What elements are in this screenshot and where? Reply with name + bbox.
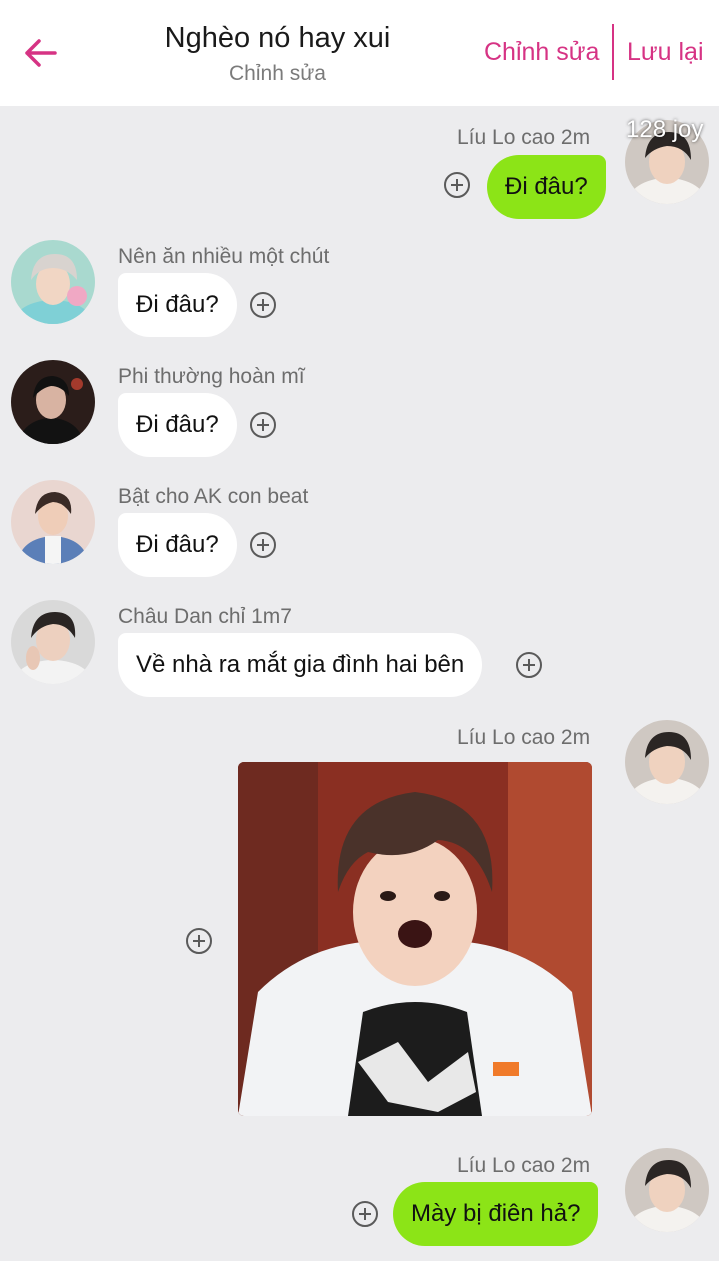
chat-subtitle: Chỉnh sửa	[229, 62, 326, 85]
shared-photo[interactable]	[238, 762, 592, 1116]
add-reaction-icon[interactable]	[186, 928, 212, 954]
edit-button[interactable]: Chỉnh sửa	[484, 38, 599, 67]
back-button[interactable]	[18, 30, 64, 76]
avatar[interactable]	[11, 600, 95, 684]
sender-name: Líu Lo cao 2m	[457, 726, 591, 749]
save-button[interactable]: Lưu lại	[627, 38, 704, 67]
sender-name: Châu Dan chỉ 1m7	[118, 605, 292, 628]
message-bubble-incoming[interactable]: Đi đâu?	[118, 273, 237, 337]
sender-name: Bật cho AK con beat	[118, 485, 309, 508]
message-bubble-outgoing[interactable]: Đi đâu?	[487, 155, 606, 219]
back-arrow-icon	[25, 39, 57, 67]
chat-title: Nghèo nó hay xui	[164, 22, 391, 54]
message-bubble-incoming[interactable]: Về nhà ra mắt gia đình hai bên	[118, 633, 483, 697]
add-reaction-icon[interactable]	[444, 172, 470, 198]
message-bubble-incoming[interactable]: Đi đâu?	[118, 513, 237, 577]
avatar[interactable]	[11, 480, 95, 564]
add-reaction-icon[interactable]	[250, 532, 276, 558]
add-reaction-icon[interactable]	[352, 1201, 378, 1227]
header-divider	[612, 24, 614, 80]
avatar[interactable]	[625, 720, 709, 804]
avatar[interactable]	[11, 360, 95, 444]
avatar[interactable]	[625, 1148, 709, 1232]
sender-name: Phi thường hoàn mĩ	[118, 365, 305, 388]
header-bar: Nghèo nó hay xui Chỉnh sửa Chỉnh sửa Lưu…	[0, 0, 719, 106]
sender-name: Nên ăn nhiều một chút	[118, 245, 330, 268]
watermark-text: 128 joy	[626, 116, 704, 143]
avatar[interactable]	[11, 240, 95, 324]
sender-name: Líu Lo cao 2m	[457, 1154, 591, 1177]
add-reaction-icon[interactable]	[250, 292, 276, 318]
sender-name: Líu Lo cao 2m	[457, 126, 591, 149]
message-bubble-outgoing[interactable]: Mày bị điên hả?	[393, 1182, 599, 1246]
add-reaction-icon[interactable]	[250, 412, 276, 438]
add-reaction-icon[interactable]	[516, 652, 542, 678]
message-bubble-incoming[interactable]: Đi đâu?	[118, 393, 237, 457]
